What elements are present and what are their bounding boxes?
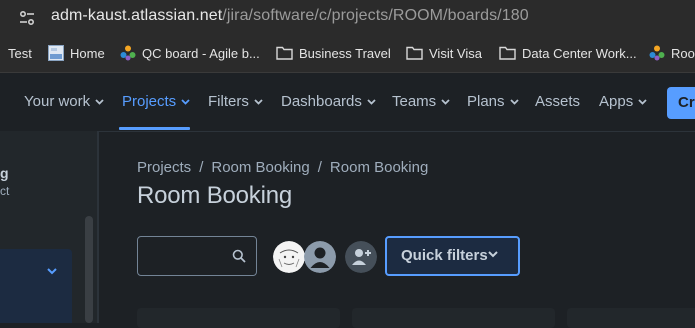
nav-teams[interactable]: Teams — [392, 93, 450, 110]
chevron-down-icon[interactable] — [47, 268, 57, 275]
bookmarks-bar: Test Home QC board - Agile b... Business… — [0, 36, 695, 73]
nav-dashboards[interactable]: Dashboards — [281, 93, 376, 110]
breadcrumb: Projects / Room Booking / Room Booking — [137, 159, 428, 176]
project-type: ct — [0, 184, 10, 198]
jira-icon — [120, 45, 136, 61]
user-avatar-default[interactable] — [304, 241, 336, 273]
breadcrumb-board[interactable]: Room Booking — [330, 159, 428, 176]
chevron-down-icon — [638, 99, 647, 105]
bookmark-qc-board[interactable]: QC board - Agile b... — [142, 46, 260, 61]
top-navigation: Your work Projects Filters Dashboards Te… — [0, 73, 695, 132]
page-thumbnail-icon — [48, 45, 64, 61]
nav-projects[interactable]: Projects — [122, 93, 190, 110]
nav-label: Assets — [535, 93, 581, 110]
nav-label: Your work — [24, 93, 91, 110]
browser-url-bar[interactable]: adm-kaust.atlassian.net/jira/software/c/… — [0, 0, 695, 36]
user-avatar-sketch[interactable] — [273, 241, 305, 273]
chevron-down-icon — [254, 99, 263, 105]
bookmark-home[interactable]: Home — [70, 46, 105, 61]
bookmark-business-travel[interactable]: Business Travel — [299, 46, 391, 61]
add-people-icon[interactable] — [345, 241, 377, 273]
breadcrumb-project[interactable]: Room Booking — [211, 159, 309, 176]
breadcrumb-separator: / — [199, 159, 204, 176]
sidebar-item-board[interactable] — [0, 249, 72, 323]
nav-label: Teams — [392, 93, 437, 110]
chevron-down-icon — [181, 99, 190, 105]
folder-icon — [406, 46, 423, 60]
folder-icon — [499, 46, 516, 60]
bookmark-visit-visa[interactable]: Visit Visa — [429, 46, 482, 61]
url-text[interactable]: adm-kaust.atlassian.net/jira/software/c/… — [51, 7, 529, 25]
url-path: /jira/software/c/projects/ROOM/boards/18… — [222, 7, 529, 24]
nav-label: Projects — [122, 93, 177, 110]
project-name[interactable]: g — [0, 165, 9, 181]
chevron-down-icon — [367, 99, 376, 105]
nav-label: Dashboards — [281, 93, 362, 110]
nav-your-work[interactable]: Your work — [24, 93, 104, 110]
search-input[interactable] — [137, 236, 257, 276]
bookmark-data-center-work[interactable]: Data Center Work... — [522, 46, 637, 61]
quick-filters-label: Quick filters — [401, 247, 488, 264]
nav-apps[interactable]: Apps — [599, 93, 647, 110]
bookmark-test[interactable]: Test — [8, 46, 32, 61]
bookmark-room[interactable]: Roo — [671, 46, 695, 61]
breadcrumb-projects[interactable]: Projects — [137, 159, 191, 176]
board-column — [567, 308, 695, 328]
chevron-down-icon — [441, 99, 450, 105]
site-settings-icon[interactable] — [19, 10, 35, 26]
board-column — [137, 308, 340, 328]
nav-label: Apps — [599, 93, 634, 110]
nav-plans[interactable]: Plans — [467, 93, 519, 110]
jira-icon — [649, 45, 665, 61]
folder-icon — [276, 46, 293, 60]
chevron-down-icon — [488, 251, 498, 258]
create-button[interactable]: Cr — [667, 87, 695, 119]
nav-label: Filters — [208, 93, 249, 110]
project-sidebar: g ct — [0, 131, 99, 323]
chevron-down-icon — [95, 99, 104, 105]
board-column — [352, 308, 555, 328]
url-domain: adm-kaust.atlassian.net — [51, 7, 223, 24]
quick-filters-button[interactable]: Quick filters — [385, 236, 520, 276]
nav-label: Plans — [467, 93, 505, 110]
page-title: Room Booking — [137, 182, 293, 209]
search-icon — [232, 249, 246, 263]
nav-filters[interactable]: Filters — [208, 93, 263, 110]
breadcrumb-separator: / — [317, 159, 322, 176]
active-nav-indicator — [119, 127, 190, 130]
chevron-down-icon — [509, 99, 519, 105]
nav-assets[interactable]: Assets — [535, 93, 580, 110]
sidebar-scrollbar[interactable] — [85, 216, 93, 323]
